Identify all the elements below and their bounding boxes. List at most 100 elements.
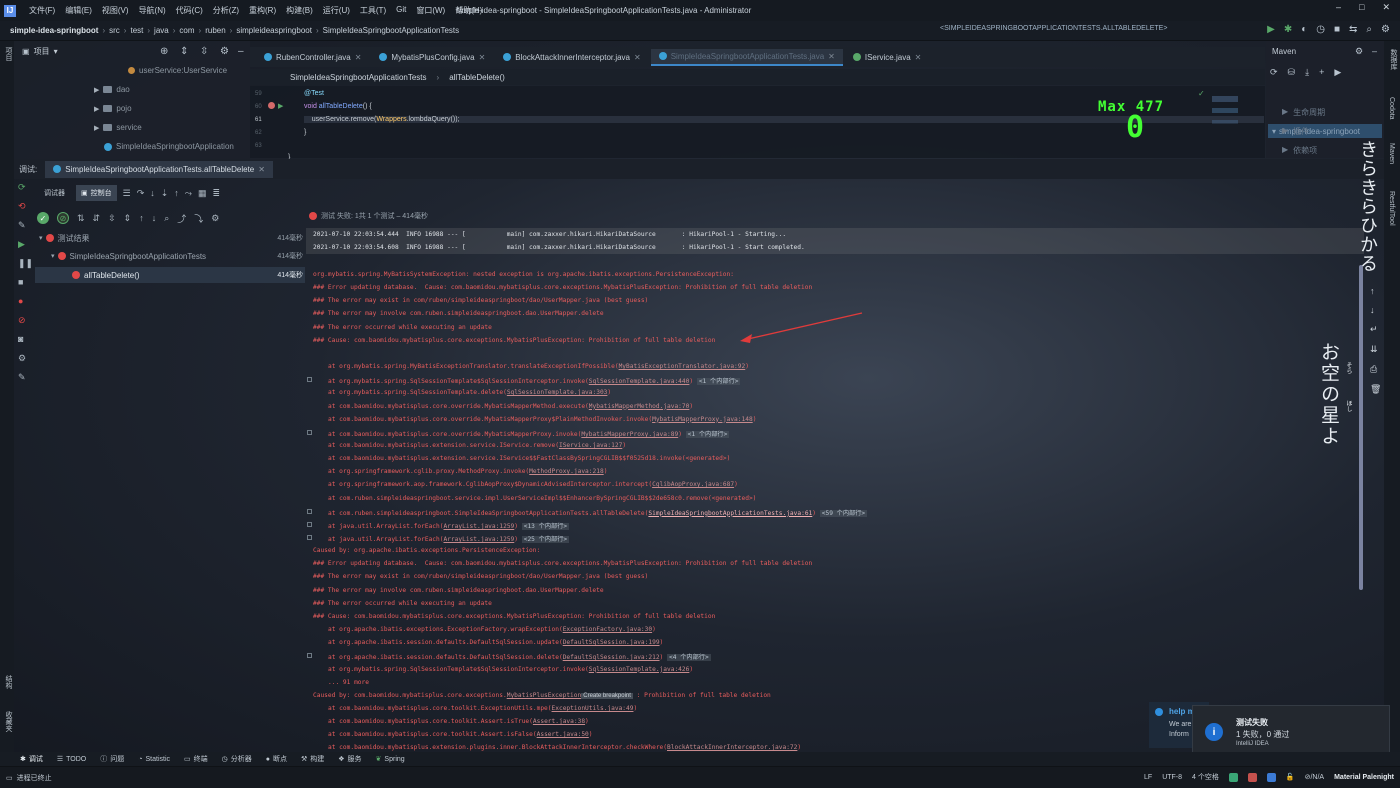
- stop-icon[interactable]: ■: [1334, 24, 1340, 35]
- breadcrumb-package[interactable]: simpleideaspringboot: [236, 26, 312, 35]
- source-link[interactable]: DefaultSqlSession.java:212: [563, 654, 660, 661]
- folded-frames[interactable]: <13 个内部行>: [521, 522, 570, 530]
- run-icon[interactable]: ▶: [1334, 67, 1341, 78]
- stripe-restfultool[interactable]: RestfulTool: [1388, 191, 1395, 226]
- source-link[interactable]: Assert.java:38: [533, 718, 585, 725]
- translate-icon[interactable]: ⇆: [1349, 24, 1357, 35]
- breadcrumb-src[interactable]: src: [109, 26, 120, 35]
- source-link[interactable]: ExceptionFactory.java:30: [563, 626, 652, 633]
- prev-failed-icon[interactable]: ↑: [139, 213, 144, 223]
- menu-item[interactable]: 视图(V): [97, 5, 134, 16]
- stripe-favorites[interactable]: 收藏夹: [3, 711, 13, 732]
- camera-icon[interactable]: ◙: [18, 334, 32, 345]
- close-icon[interactable]: ✕: [828, 52, 835, 61]
- minimap[interactable]: [1212, 96, 1238, 156]
- source-link[interactable]: MybatisMapperMethod.java:70: [589, 403, 690, 410]
- expand-all-icon[interactable]: ⇳: [200, 46, 208, 57]
- line-separator[interactable]: LF: [1144, 774, 1152, 781]
- theme-name[interactable]: Material Palenight: [1334, 774, 1394, 781]
- mute-breakpoints-icon[interactable]: ⊘: [18, 315, 32, 326]
- pin-icon[interactable]: ✎: [18, 372, 32, 383]
- source-link[interactable]: MybatisMapperProxy.java:89: [581, 431, 678, 438]
- breadcrumb-test[interactable]: test: [130, 26, 143, 35]
- minimize-button[interactable]: –: [1336, 2, 1341, 13]
- resume-icon[interactable]: ▶: [18, 239, 32, 250]
- search-icon[interactable]: ⌕: [164, 213, 169, 224]
- power-mode-icon[interactable]: [1247, 772, 1257, 782]
- print-icon[interactable]: ⎙: [1370, 364, 1381, 375]
- fold-toggle-icon[interactable]: [307, 653, 312, 659]
- test-root-node[interactable]: ▾ 测试结果 414毫秒: [35, 230, 305, 246]
- generate-sources-icon[interactable]: ⛁: [1288, 67, 1296, 78]
- menu-item[interactable]: 代码(C): [171, 5, 208, 16]
- source-link[interactable]: SimpleIdeaSpringbootApplicationTests.jav…: [648, 510, 812, 517]
- run-icon[interactable]: ▶: [1267, 24, 1275, 35]
- reload-icon[interactable]: ⟳: [1270, 67, 1278, 78]
- settings-icon[interactable]: ⚙: [211, 213, 219, 224]
- gear-icon[interactable]: ⚙: [1355, 46, 1363, 57]
- sort-duration-icon[interactable]: ⇵: [93, 213, 101, 224]
- stripe-project[interactable]: 项目: [3, 47, 13, 61]
- editor-tab[interactable]: MybatisPlusConfig.java ✕: [371, 50, 493, 65]
- inspection-ok-icon[interactable]: ✓: [1198, 89, 1205, 98]
- test-class-node[interactable]: ▾ SimpleIdeaSpringbootApplicationTests 4…: [35, 248, 305, 264]
- clear-icon[interactable]: 🗑: [1370, 384, 1381, 395]
- hide-icon[interactable]: –: [238, 46, 244, 57]
- modify-run-icon[interactable]: ✎: [18, 220, 32, 231]
- indent-setting[interactable]: 4 个空格: [1192, 772, 1219, 782]
- tool-profiler[interactable]: ◷ 分析器: [222, 754, 252, 764]
- breadcrumb-com[interactable]: com: [179, 26, 194, 35]
- maven-node-dependencies[interactable]: ▶ 依赖项: [1282, 145, 1317, 156]
- step-into-icon[interactable]: ↓: [150, 188, 155, 198]
- gear-icon[interactable]: ⚙: [220, 46, 229, 57]
- settings-icon[interactable]: ⚙: [18, 353, 32, 364]
- search-icon[interactable]: ⌕: [1366, 24, 1372, 35]
- source-link[interactable]: CglibAopProxy.java:687: [652, 481, 734, 488]
- down-icon[interactable]: ↓: [1370, 305, 1381, 315]
- editor-tab[interactable]: IService.java ✕: [845, 50, 930, 65]
- tool-statistic[interactable]: ◔ Statistic: [138, 756, 170, 763]
- plugin-status-icon[interactable]: [1228, 772, 1238, 782]
- editor-crumb-class[interactable]: SimpleIdeaSpringbootApplicationTests: [290, 73, 427, 82]
- collapse-all-icon[interactable]: ⇕: [124, 213, 132, 224]
- console-output[interactable]: 2021-07-10 22:03:54.444 INFO 16988 --- […: [306, 228, 1364, 752]
- folded-frames[interactable]: <59 个内部行>: [819, 509, 868, 517]
- fold-toggle-icon[interactable]: [307, 535, 312, 540]
- source-link[interactable]: MybatisMapperProxy.java:148: [652, 416, 753, 423]
- force-step-into-icon[interactable]: ⇣: [161, 188, 169, 199]
- tool-todo[interactable]: ☰ TODO: [57, 755, 86, 764]
- menu-item[interactable]: 文件(F): [24, 5, 60, 16]
- hide-icon[interactable]: –: [1372, 46, 1377, 56]
- menu-item[interactable]: 构建(B): [281, 5, 318, 16]
- tool-spring[interactable]: ❦ Spring: [376, 755, 405, 764]
- profile-icon[interactable]: ◷: [1316, 24, 1325, 35]
- tree-item-userservice[interactable]: userService:UserService: [128, 66, 227, 75]
- evaluate-icon[interactable]: ▦: [198, 188, 207, 199]
- tool-debug[interactable]: ✱ 调试: [20, 754, 43, 764]
- project-panel-title[interactable]: 项目: [34, 46, 50, 57]
- stripe-maven[interactable]: Maven: [1388, 143, 1395, 164]
- maximize-button[interactable]: □: [1359, 2, 1364, 13]
- add-icon[interactable]: +: [1319, 67, 1324, 78]
- folded-frames[interactable]: <1 个内部行>: [696, 378, 741, 386]
- menu-item[interactable]: 重构(R): [244, 5, 281, 16]
- git-branch[interactable]: ⊘/N/A: [1305, 773, 1324, 781]
- source-link[interactable]: SqlSessionTemplate.java:426: [589, 666, 690, 673]
- close-icon[interactable]: ✕: [915, 53, 922, 62]
- breadcrumb-java[interactable]: java: [154, 26, 169, 35]
- run-config-dropdown[interactable]: <SIMPLEIDEASPRINGBOOTAPPLICATIONTESTS.AL…: [940, 25, 1167, 32]
- close-icon[interactable]: ✕: [355, 53, 362, 62]
- source-link[interactable]: Assert.java:50: [537, 731, 589, 738]
- fold-toggle-icon[interactable]: [307, 521, 312, 527]
- scroll-end-icon[interactable]: ⇊: [1370, 344, 1381, 355]
- show-passed-icon[interactable]: ✓: [37, 212, 49, 224]
- editor-crumb-method[interactable]: allTableDelete(): [449, 73, 505, 82]
- code-editor[interactable]: 59 60 61 62 63 ▶ @Test void allTableDele…: [250, 86, 1265, 161]
- source-link[interactable]: MyBatisExceptionTranslator.java:92: [619, 363, 746, 370]
- close-icon[interactable]: ✕: [479, 53, 486, 62]
- step-out-icon[interactable]: ↑: [174, 188, 179, 198]
- import-icon[interactable]: ⤵: [194, 212, 203, 225]
- tool-build[interactable]: ⚒ 构建: [301, 754, 324, 764]
- menu-item[interactable]: 分析(Z): [208, 5, 244, 16]
- source-link[interactable]: IService.java:127: [559, 442, 622, 449]
